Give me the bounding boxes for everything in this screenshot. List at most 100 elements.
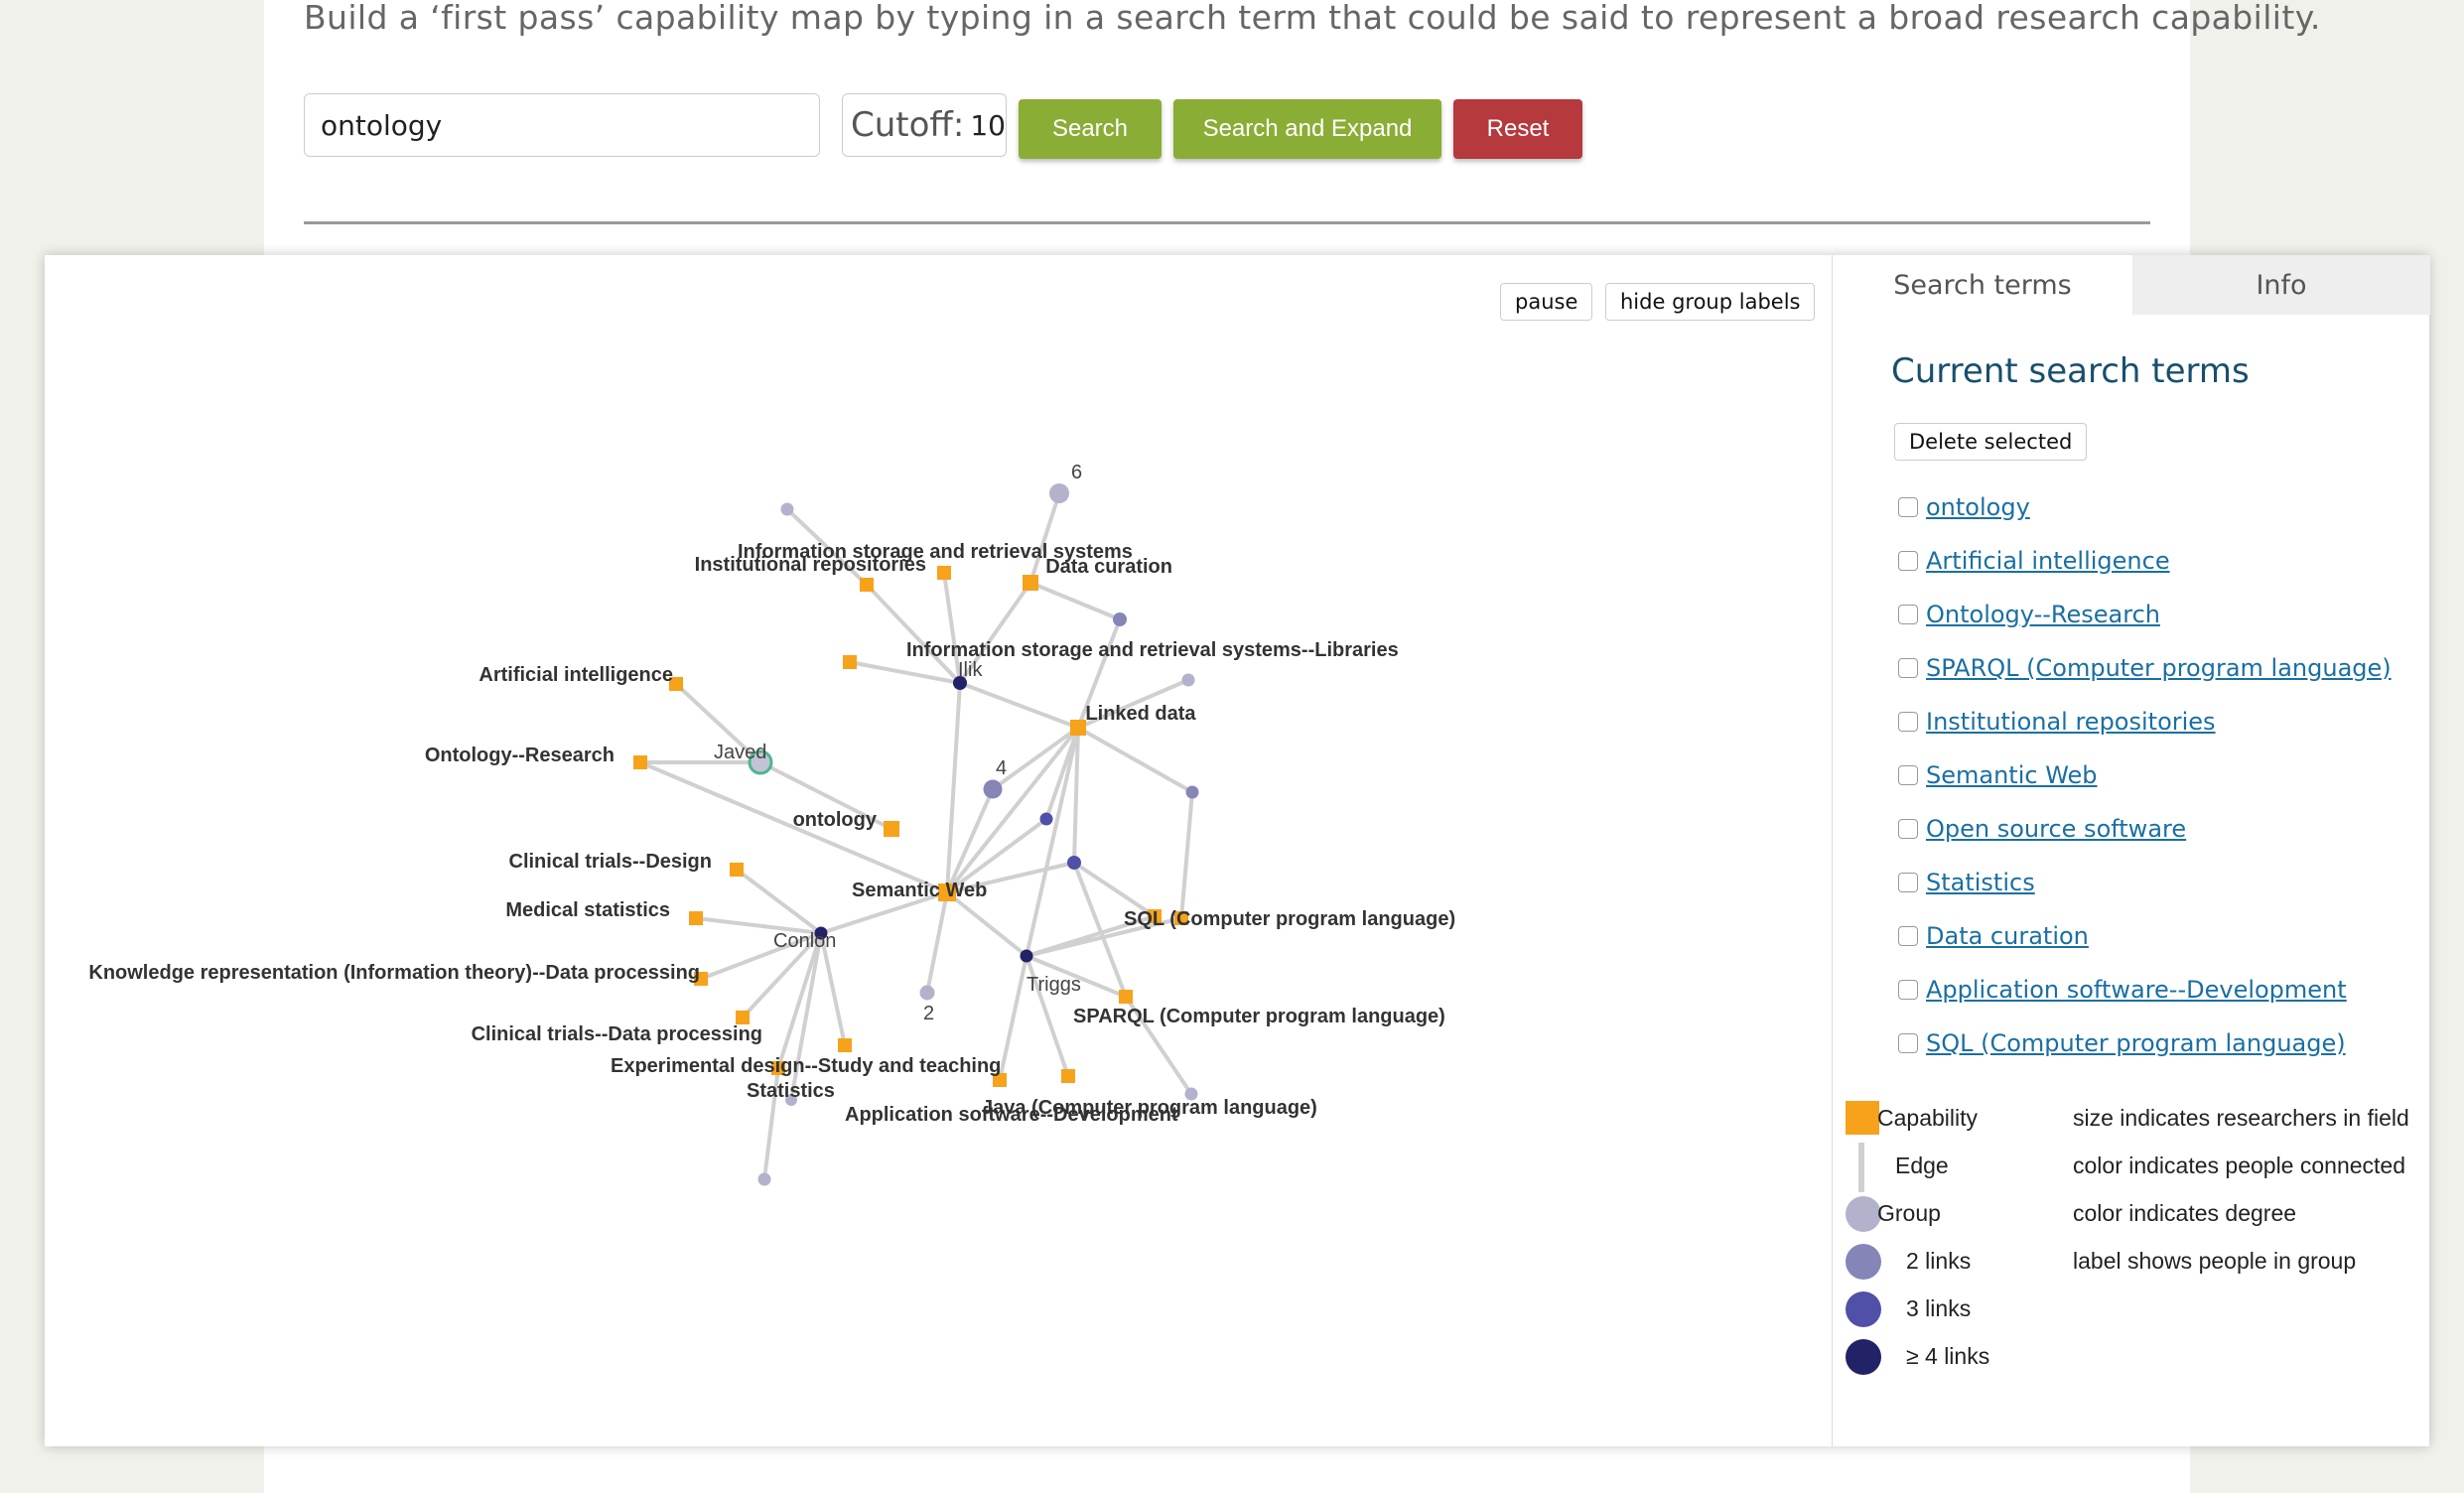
reset-button[interactable]: Reset — [1453, 99, 1582, 159]
group-label[interactable]: 4 — [996, 757, 1007, 779]
graph-edge[interactable] — [1077, 726, 1193, 794]
circle-icon — [1846, 1196, 1881, 1232]
group-node[interactable] — [919, 985, 935, 1001]
circle-icon — [1846, 1339, 1881, 1375]
legend-name: 3 links — [1906, 1295, 1972, 1321]
term-checkbox[interactable] — [1898, 873, 1918, 892]
term-checkbox[interactable] — [1898, 605, 1918, 624]
group-label[interactable]: Conlon — [773, 930, 836, 952]
term-checkbox[interactable] — [1898, 497, 1918, 517]
group-node[interactable] — [757, 1172, 771, 1186]
capability-label[interactable]: Information storage and retrieval system… — [906, 639, 1399, 661]
graph-edge[interactable] — [925, 891, 949, 994]
capability-node[interactable] — [838, 1038, 852, 1052]
search-term-link[interactable]: Statistics — [1926, 869, 2035, 896]
search-term-link[interactable]: SPARQL (Computer program language) — [1926, 654, 2392, 682]
capability-node[interactable] — [730, 863, 744, 877]
capability-label[interactable]: Knowledge representation (Information th… — [88, 962, 700, 984]
capability-label[interactable]: Institutional repositories — [695, 554, 926, 576]
search-term-link[interactable]: Institutional repositories — [1926, 708, 2216, 736]
cutoff-field[interactable]: Cutoff: — [842, 93, 1019, 157]
capability-label[interactable]: Medical statistics — [505, 899, 670, 921]
group-node[interactable] — [1113, 612, 1127, 626]
capability-label[interactable]: Clinical trials--Design — [509, 851, 713, 873]
term-checkbox[interactable] — [1898, 819, 1918, 839]
group-node[interactable] — [1185, 785, 1199, 799]
capability-label[interactable]: Experimental design--Study and teaching — [611, 1055, 1001, 1077]
capability-label[interactable]: Clinical trials--Data processing — [472, 1023, 762, 1045]
group-node[interactable] — [1049, 483, 1069, 503]
group-label[interactable]: Javed — [714, 742, 766, 763]
capability-label[interactable]: Statistics — [747, 1080, 835, 1102]
capability-node[interactable] — [736, 1011, 750, 1024]
capability-label[interactable]: ontology — [793, 809, 878, 831]
search-button[interactable]: Search — [1019, 99, 1162, 159]
legend-name: Capability — [1877, 1105, 1978, 1131]
capability-label[interactable]: Data curation — [1045, 556, 1172, 578]
group-node[interactable] — [983, 779, 1003, 799]
hide-group-labels-button[interactable]: hide group labels — [1605, 283, 1816, 321]
cutoff-input[interactable] — [968, 107, 1019, 143]
search-and-expand-button[interactable]: Search and Expand — [1173, 99, 1441, 159]
capability-node[interactable] — [937, 566, 951, 580]
tab-info[interactable]: Info — [2132, 255, 2430, 315]
divider — [304, 221, 2150, 224]
capability-label[interactable]: SQL (Computer program language) — [1124, 908, 1455, 930]
search-term-link[interactable]: Open source software — [1926, 815, 2186, 843]
capability-node[interactable] — [1023, 575, 1038, 591]
term-checkbox[interactable] — [1898, 765, 1918, 785]
term-checkbox[interactable] — [1898, 1033, 1918, 1053]
term-checkbox[interactable] — [1898, 551, 1918, 571]
cutoff-label: Cutoff: — [851, 105, 965, 145]
graph-edge[interactable] — [998, 955, 1028, 1081]
term-checkbox[interactable] — [1898, 980, 1918, 1000]
group-label[interactable]: 2 — [923, 1003, 934, 1024]
capability-node[interactable] — [633, 755, 647, 769]
capability-node[interactable] — [1061, 1069, 1075, 1083]
search-term-link[interactable]: Artificial intelligence — [1926, 547, 2170, 575]
group-label[interactable]: Triggs — [1027, 974, 1081, 996]
tab-search-terms[interactable]: Search terms — [1833, 255, 2132, 315]
term-checkbox[interactable] — [1898, 658, 1918, 678]
graph-edge[interactable] — [1029, 581, 1121, 621]
graph-edge[interactable] — [1179, 791, 1194, 919]
search-term-link[interactable]: Ontology--Research — [1926, 601, 2160, 628]
capability-label[interactable]: SPARQL (Computer program language) — [1073, 1006, 1445, 1027]
group-node[interactable] — [1020, 949, 1033, 963]
legend-name: ≥ 4 links — [1906, 1343, 1990, 1369]
term-checkbox[interactable] — [1898, 926, 1918, 946]
pause-button[interactable]: pause — [1500, 283, 1593, 321]
capability-label[interactable]: Ontology--Research — [425, 745, 615, 766]
group-node[interactable] — [1039, 812, 1053, 826]
legend-description: color indicates people connected — [2073, 1153, 2406, 1178]
group-node[interactable] — [780, 502, 794, 516]
capability-label[interactable]: Artificial intelligence — [479, 664, 673, 686]
graph-area[interactable]: Information storage and retrieval system… — [45, 255, 1832, 1446]
search-term-link[interactable]: Application software--Development — [1926, 976, 2347, 1004]
term-checkbox[interactable] — [1898, 712, 1918, 732]
capability-node[interactable] — [884, 821, 899, 837]
search-term-link[interactable]: SQL (Computer program language) — [1926, 1029, 2346, 1057]
graph-edge[interactable] — [945, 682, 962, 893]
search-input[interactable] — [304, 93, 820, 157]
group-label[interactable]: 6 — [1071, 462, 1082, 483]
group-label[interactable]: Ilik — [958, 659, 983, 681]
capability-node[interactable] — [1070, 720, 1086, 736]
capability-node[interactable] — [843, 655, 857, 669]
legend-row: 2 links label shows people in group — [1833, 1244, 2430, 1280]
capability-node[interactable] — [860, 578, 874, 592]
capability-node[interactable] — [689, 911, 703, 925]
capability-label[interactable]: Semantic Web — [852, 880, 987, 901]
search-term-link[interactable]: Semantic Web — [1926, 761, 2098, 789]
search-term-link[interactable]: ontology — [1926, 493, 2030, 521]
group-node[interactable] — [1067, 856, 1081, 870]
capability-node[interactable] — [1119, 990, 1133, 1004]
group-node[interactable] — [1181, 673, 1195, 687]
search-term-link[interactable]: Data curation — [1926, 922, 2089, 950]
capability-label[interactable]: Linked data — [1085, 703, 1196, 725]
graph-edge[interactable] — [959, 681, 1079, 730]
delete-selected-button[interactable]: Delete selected — [1894, 423, 2088, 461]
capability-label[interactable]: Java (Computer program language) — [982, 1097, 1317, 1119]
capability-graph[interactable]: Information storage and retrieval system… — [45, 255, 1832, 1446]
graph-edge[interactable] — [945, 890, 1028, 958]
